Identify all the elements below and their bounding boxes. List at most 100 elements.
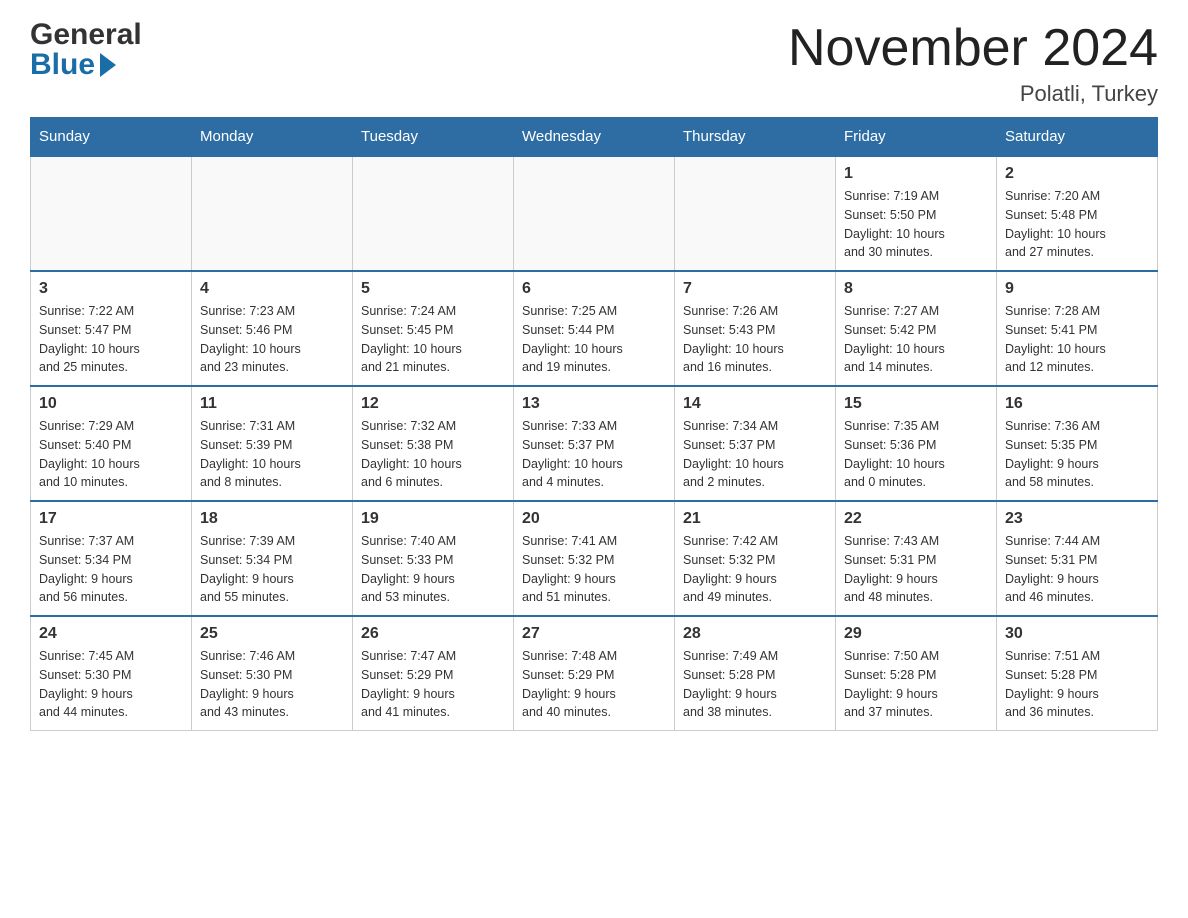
day-number: 17 <box>39 510 183 528</box>
logo-blue: Blue <box>30 50 142 80</box>
day-of-week-header: Saturday <box>997 118 1158 157</box>
logo-general: General <box>30 20 142 50</box>
calendar-day-cell <box>675 156 836 271</box>
calendar-header-row: SundayMondayTuesdayWednesdayThursdayFrid… <box>31 118 1158 157</box>
day-of-week-header: Sunday <box>31 118 192 157</box>
calendar-day-cell: 24 Sunrise: 7:45 AM Sunset: 5:30 PM Dayli… <box>31 616 192 731</box>
day-number: 10 <box>39 395 183 413</box>
day-number: 23 <box>1005 510 1149 528</box>
day-number: 20 <box>522 510 666 528</box>
calendar-day-cell: 13 Sunrise: 7:33 AM Sunset: 5:37 PM Dayli… <box>514 386 675 501</box>
day-number: 27 <box>522 625 666 643</box>
calendar-day-cell: 22Sunrise: 7:43 AM Sunset: 5:31 PM Dayli… <box>836 501 997 616</box>
day-info: Sunrise: 7:33 AM Sunset: 5:37 PM Dayligh… <box>522 417 666 492</box>
logo-arrow-icon <box>100 53 116 77</box>
day-number: 16 <box>1005 395 1149 413</box>
day-number: 15 <box>844 395 988 413</box>
day-info: Sunrise: 7:45 AM Sunset: 5:30 PM Dayligh… <box>39 647 183 722</box>
day-info: Sunrise: 7:27 AM Sunset: 5:42 PM Dayligh… <box>844 302 988 377</box>
day-info: Sunrise: 7:37 AM Sunset: 5:34 PM Dayligh… <box>39 532 183 607</box>
day-info: Sunrise: 7:35 AM Sunset: 5:36 PM Dayligh… <box>844 417 988 492</box>
calendar-day-cell: 2 Sunrise: 7:20 AM Sunset: 5:48 PM Daylig… <box>997 156 1158 271</box>
calendar-day-cell <box>31 156 192 271</box>
calendar-day-cell: 15 Sunrise: 7:35 AM Sunset: 5:36 PM Dayli… <box>836 386 997 501</box>
calendar-day-cell: 3 Sunrise: 7:22 AM Sunset: 5:47 PM Daylig… <box>31 271 192 386</box>
day-info: Sunrise: 7:22 AM Sunset: 5:47 PM Dayligh… <box>39 302 183 377</box>
calendar-day-cell: 19Sunrise: 7:40 AM Sunset: 5:33 PM Dayli… <box>353 501 514 616</box>
calendar-day-cell <box>353 156 514 271</box>
day-info: Sunrise: 7:46 AM Sunset: 5:30 PM Dayligh… <box>200 647 344 722</box>
day-info: Sunrise: 7:20 AM Sunset: 5:48 PM Dayligh… <box>1005 187 1149 262</box>
day-info: Sunrise: 7:25 AM Sunset: 5:44 PM Dayligh… <box>522 302 666 377</box>
day-info: Sunrise: 7:44 AM Sunset: 5:31 PM Dayligh… <box>1005 532 1149 607</box>
day-info: Sunrise: 7:39 AM Sunset: 5:34 PM Dayligh… <box>200 532 344 607</box>
day-number: 12 <box>361 395 505 413</box>
calendar-day-cell <box>192 156 353 271</box>
calendar-week-row: 1 Sunrise: 7:19 AM Sunset: 5:50 PM Daylig… <box>31 156 1158 271</box>
day-number: 26 <box>361 625 505 643</box>
day-number: 29 <box>844 625 988 643</box>
day-number: 13 <box>522 395 666 413</box>
day-number: 28 <box>683 625 827 643</box>
day-number: 6 <box>522 280 666 298</box>
month-title: November 2024 <box>788 20 1158 77</box>
calendar-day-cell: 11 Sunrise: 7:31 AM Sunset: 5:39 PM Dayli… <box>192 386 353 501</box>
calendar-day-cell: 8 Sunrise: 7:27 AM Sunset: 5:42 PM Daylig… <box>836 271 997 386</box>
calendar-week-row: 17 Sunrise: 7:37 AM Sunset: 5:34 PM Dayli… <box>31 501 1158 616</box>
location-subtitle: Polatli, Turkey <box>788 81 1158 107</box>
calendar-day-cell: 30 Sunrise: 7:51 AM Sunset: 5:28 PM Dayli… <box>997 616 1158 731</box>
day-info: Sunrise: 7:41 AM Sunset: 5:32 PM Dayligh… <box>522 532 666 607</box>
day-info: Sunrise: 7:51 AM Sunset: 5:28 PM Dayligh… <box>1005 647 1149 722</box>
day-info: Sunrise: 7:24 AM Sunset: 5:45 PM Dayligh… <box>361 302 505 377</box>
calendar-day-cell: 7 Sunrise: 7:26 AM Sunset: 5:43 PM Daylig… <box>675 271 836 386</box>
calendar-day-cell: 29Sunrise: 7:50 AM Sunset: 5:28 PM Dayli… <box>836 616 997 731</box>
day-number: 8 <box>844 280 988 298</box>
calendar-day-cell: 27Sunrise: 7:48 AM Sunset: 5:29 PM Dayli… <box>514 616 675 731</box>
calendar-day-cell: 10Sunrise: 7:29 AM Sunset: 5:40 PM Dayli… <box>31 386 192 501</box>
day-info: Sunrise: 7:49 AM Sunset: 5:28 PM Dayligh… <box>683 647 827 722</box>
day-info: Sunrise: 7:23 AM Sunset: 5:46 PM Dayligh… <box>200 302 344 377</box>
calendar-table: SundayMondayTuesdayWednesdayThursdayFrid… <box>30 117 1158 731</box>
day-info: Sunrise: 7:28 AM Sunset: 5:41 PM Dayligh… <box>1005 302 1149 377</box>
calendar-day-cell: 4 Sunrise: 7:23 AM Sunset: 5:46 PM Daylig… <box>192 271 353 386</box>
calendar-day-cell: 28 Sunrise: 7:49 AM Sunset: 5:28 PM Dayli… <box>675 616 836 731</box>
day-info: Sunrise: 7:42 AM Sunset: 5:32 PM Dayligh… <box>683 532 827 607</box>
day-number: 24 <box>39 625 183 643</box>
calendar-day-cell: 5 Sunrise: 7:24 AM Sunset: 5:45 PM Daylig… <box>353 271 514 386</box>
day-number: 19 <box>361 510 505 528</box>
page-header: General Blue November 2024 Polatli, Turk… <box>30 20 1158 107</box>
day-number: 22 <box>844 510 988 528</box>
day-info: Sunrise: 7:26 AM Sunset: 5:43 PM Dayligh… <box>683 302 827 377</box>
day-number: 4 <box>200 280 344 298</box>
calendar-day-cell: 17 Sunrise: 7:37 AM Sunset: 5:34 PM Dayli… <box>31 501 192 616</box>
title-section: November 2024 Polatli, Turkey <box>788 20 1158 107</box>
day-number: 1 <box>844 165 988 183</box>
calendar-day-cell: 20 Sunrise: 7:41 AM Sunset: 5:32 PM Dayli… <box>514 501 675 616</box>
day-number: 11 <box>200 395 344 413</box>
day-info: Sunrise: 7:47 AM Sunset: 5:29 PM Dayligh… <box>361 647 505 722</box>
day-number: 21 <box>683 510 827 528</box>
day-number: 3 <box>39 280 183 298</box>
calendar-day-cell: 1 Sunrise: 7:19 AM Sunset: 5:50 PM Daylig… <box>836 156 997 271</box>
calendar-day-cell <box>514 156 675 271</box>
day-number: 5 <box>361 280 505 298</box>
day-number: 18 <box>200 510 344 528</box>
calendar-day-cell: 26 Sunrise: 7:47 AM Sunset: 5:29 PM Dayli… <box>353 616 514 731</box>
day-number: 9 <box>1005 280 1149 298</box>
calendar-week-row: 10Sunrise: 7:29 AM Sunset: 5:40 PM Dayli… <box>31 386 1158 501</box>
day-number: 2 <box>1005 165 1149 183</box>
calendar-day-cell: 21 Sunrise: 7:42 AM Sunset: 5:32 PM Dayli… <box>675 501 836 616</box>
calendar-day-cell: 16Sunrise: 7:36 AM Sunset: 5:35 PM Dayli… <box>997 386 1158 501</box>
day-info: Sunrise: 7:34 AM Sunset: 5:37 PM Dayligh… <box>683 417 827 492</box>
day-number: 7 <box>683 280 827 298</box>
calendar-day-cell: 18 Sunrise: 7:39 AM Sunset: 5:34 PM Dayli… <box>192 501 353 616</box>
day-info: Sunrise: 7:31 AM Sunset: 5:39 PM Dayligh… <box>200 417 344 492</box>
day-of-week-header: Tuesday <box>353 118 514 157</box>
day-number: 30 <box>1005 625 1149 643</box>
calendar-day-cell: 23 Sunrise: 7:44 AM Sunset: 5:31 PM Dayli… <box>997 501 1158 616</box>
day-info: Sunrise: 7:19 AM Sunset: 5:50 PM Dayligh… <box>844 187 988 262</box>
calendar-day-cell: 9 Sunrise: 7:28 AM Sunset: 5:41 PM Daylig… <box>997 271 1158 386</box>
calendar-day-cell: 12 Sunrise: 7:32 AM Sunset: 5:38 PM Dayli… <box>353 386 514 501</box>
day-info: Sunrise: 7:32 AM Sunset: 5:38 PM Dayligh… <box>361 417 505 492</box>
calendar-week-row: 24 Sunrise: 7:45 AM Sunset: 5:30 PM Dayli… <box>31 616 1158 731</box>
